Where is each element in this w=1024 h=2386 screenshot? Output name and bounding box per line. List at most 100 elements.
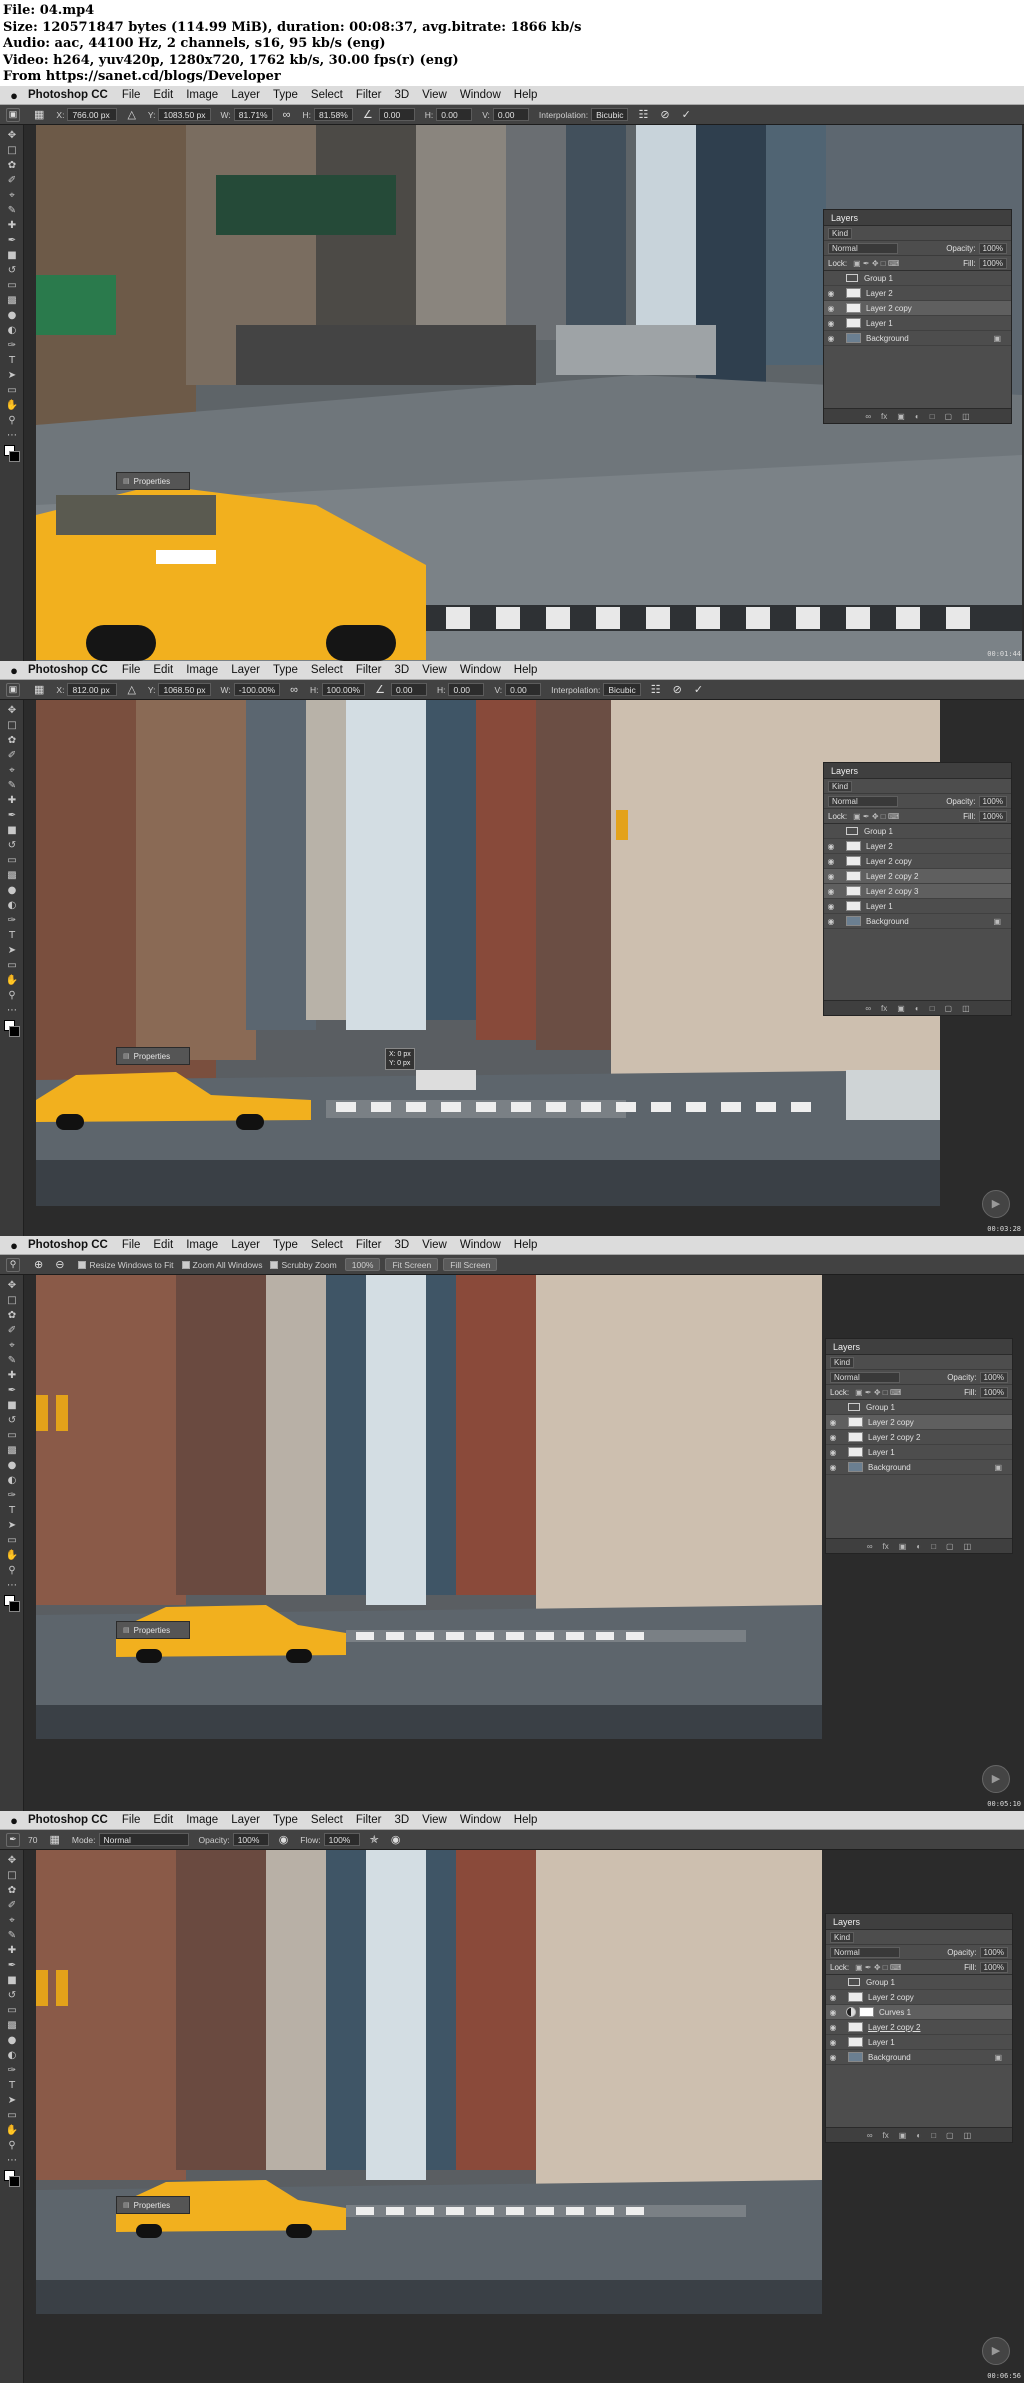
app-name[interactable]: Photoshop CC	[28, 664, 108, 676]
layer-row-layer-2-copy-2[interactable]: ◉ Layer 2 copy 2	[826, 1430, 1012, 1445]
delta-icon[interactable]: △	[127, 108, 135, 121]
menu-edit[interactable]: Edit	[153, 1814, 173, 1826]
pen-tool-icon[interactable]: ✑	[5, 914, 19, 927]
eye-icon[interactable]: ◉	[824, 872, 838, 881]
brush-tool-icon[interactable]: ✒	[5, 1384, 19, 1397]
menu-file[interactable]: File	[122, 1239, 141, 1251]
menu-filter[interactable]: Filter	[356, 664, 382, 676]
eye-icon[interactable]: ◉	[824, 842, 838, 851]
x-field[interactable]: 766.00 px	[67, 108, 118, 121]
brush-tool-icon[interactable]: ✒	[5, 234, 19, 247]
layer-filter-select[interactable]: Kind	[828, 227, 853, 239]
move-tool-icon[interactable]: ✥	[5, 1279, 19, 1292]
menu-3d[interactable]: 3D	[394, 664, 409, 676]
layer-filter-select[interactable]: Kind	[830, 1931, 855, 1943]
crop-tool-icon[interactable]: ⌖	[5, 764, 19, 777]
h-field[interactable]: 81.58%	[313, 108, 353, 121]
eye-icon[interactable]: ◉	[824, 917, 838, 926]
history-brush-tool-icon[interactable]: ↺	[5, 264, 19, 277]
marquee-tool-icon[interactable]: □	[5, 719, 19, 732]
lasso-tool-icon[interactable]: ✿	[5, 159, 19, 172]
fx-icon[interactable]: fx	[881, 1004, 887, 1013]
layer-row-layer-2[interactable]: ◉ Layer 2	[824, 286, 1011, 301]
shape-tool-icon[interactable]: ▭	[5, 2109, 19, 2122]
history-brush-tool-icon[interactable]: ↺	[5, 839, 19, 852]
menu-help[interactable]: Help	[514, 1814, 538, 1826]
layer-row-layer-1[interactable]: ◉ Layer 1	[824, 316, 1011, 331]
angle-field[interactable]: 0.00	[390, 683, 427, 696]
apple-icon[interactable]: ●	[0, 1238, 28, 1253]
lasso-tool-icon[interactable]: ✿	[5, 1309, 19, 1322]
layer-row-background[interactable]: ◉ Background ▣	[826, 2050, 1012, 2065]
airbrush-icon[interactable]: ✯	[370, 1833, 379, 1846]
lasso-tool-icon[interactable]: ✿	[5, 734, 19, 747]
transform-tool-icon[interactable]: ▣	[6, 107, 20, 122]
crop-tool-icon[interactable]: ⌖	[5, 1914, 19, 1927]
hand-tool-icon[interactable]: ✋	[5, 2124, 19, 2137]
fx-icon[interactable]: fx	[883, 2131, 889, 2140]
eye-icon[interactable]: ◉	[826, 1993, 840, 2002]
quick-select-tool-icon[interactable]: ✐	[5, 749, 19, 762]
crop-tool-icon[interactable]: ⌖	[5, 189, 19, 202]
opacity-field[interactable]: 100%	[979, 1371, 1008, 1383]
layer-row-layer-2[interactable]: ◉ Layer 2	[824, 839, 1011, 854]
stamp-tool-icon[interactable]: ■	[5, 1974, 19, 1987]
opacity-field[interactable]: 100%	[978, 242, 1007, 254]
background-color-swatch[interactable]	[9, 1601, 20, 1612]
layer-row-layer-2-copy-2[interactable]: ◉ Layer 2 copy 2	[826, 2020, 1012, 2035]
blend-mode-select[interactable]: Normal	[828, 795, 898, 807]
eye-icon[interactable]: ◉	[824, 857, 838, 866]
path-select-tool-icon[interactable]: ➤	[5, 369, 19, 382]
menu-select[interactable]: Select	[311, 89, 343, 101]
history-brush-tool-icon[interactable]: ↺	[5, 1414, 19, 1427]
gradient-tool-icon[interactable]: ▩	[5, 294, 19, 307]
fit-screen-button[interactable]: Fit Screen	[385, 1258, 439, 1271]
link-icon[interactable]: ∞	[290, 684, 298, 696]
healing-tool-icon[interactable]: ✚	[5, 1944, 19, 1957]
resize-windows-checkbox[interactable]	[78, 1260, 87, 1269]
fill-screen-button[interactable]: Fill Screen	[443, 1258, 498, 1271]
new-group-icon[interactable]: □	[930, 1004, 935, 1013]
adjustment-icon[interactable]: ◐	[915, 1004, 920, 1013]
move-tool-icon[interactable]: ✥	[5, 704, 19, 717]
play-icon[interactable]: ▶	[982, 2337, 1010, 2365]
play-icon[interactable]: ▶	[982, 1190, 1010, 1218]
eraser-tool-icon[interactable]: ▭	[5, 1429, 19, 1442]
blend-mode-select[interactable]: Normal	[828, 242, 898, 254]
adjustment-icon[interactable]: ◐	[916, 1542, 921, 1551]
y-field[interactable]: 1083.50 px	[158, 108, 211, 121]
more-tools-icon[interactable]: ⋯	[5, 429, 19, 442]
brush-panel-icon[interactable]: ▦	[49, 1833, 59, 1846]
eyedropper-tool-icon[interactable]: ✎	[5, 1354, 19, 1367]
dodge-tool-icon[interactable]: ◐	[5, 2049, 19, 2062]
dodge-tool-icon[interactable]: ◐	[5, 324, 19, 337]
type-tool-icon[interactable]: T	[5, 929, 19, 942]
delta-icon[interactable]: △	[127, 683, 135, 696]
blur-tool-icon[interactable]: ●	[5, 2034, 19, 2047]
menu-type[interactable]: Type	[273, 664, 298, 676]
properties-panel-collapsed[interactable]: ▤ Properties	[116, 1621, 190, 1639]
layer-row-layer-2-copy[interactable]: ◉ Layer 2 copy	[826, 1415, 1012, 1430]
lock-options-icon[interactable]: ▣ ✒ ✥ □ ⌨	[853, 259, 899, 268]
document-canvas[interactable]	[36, 1275, 822, 1739]
document-canvas[interactable]	[36, 700, 940, 1206]
reference-point-icon[interactable]: ▦	[34, 108, 44, 121]
shape-tool-icon[interactable]: ▭	[5, 959, 19, 972]
quick-select-tool-icon[interactable]: ✐	[5, 1324, 19, 1337]
apple-icon[interactable]: ●	[0, 663, 28, 678]
opacity-field[interactable]: 100%	[979, 1946, 1008, 1958]
path-select-tool-icon[interactable]: ➤	[5, 2094, 19, 2107]
quick-select-tool-icon[interactable]: ✐	[5, 1899, 19, 1912]
hand-tool-icon[interactable]: ✋	[5, 974, 19, 987]
link-icon[interactable]: ∞	[283, 109, 291, 121]
fx-icon[interactable]: fx	[881, 412, 887, 421]
warp-icon[interactable]: ☷	[651, 683, 661, 696]
more-tools-icon[interactable]: ⋯	[5, 2154, 19, 2167]
link-layers-icon[interactable]: ∞	[865, 412, 871, 421]
eyedropper-tool-icon[interactable]: ✎	[5, 204, 19, 217]
zoom-tool-icon[interactable]: ⚲	[5, 989, 19, 1002]
cancel-icon[interactable]: ⊘	[660, 108, 669, 121]
type-tool-icon[interactable]: T	[5, 1504, 19, 1517]
eraser-tool-icon[interactable]: ▭	[5, 854, 19, 867]
menu-help[interactable]: Help	[514, 664, 538, 676]
